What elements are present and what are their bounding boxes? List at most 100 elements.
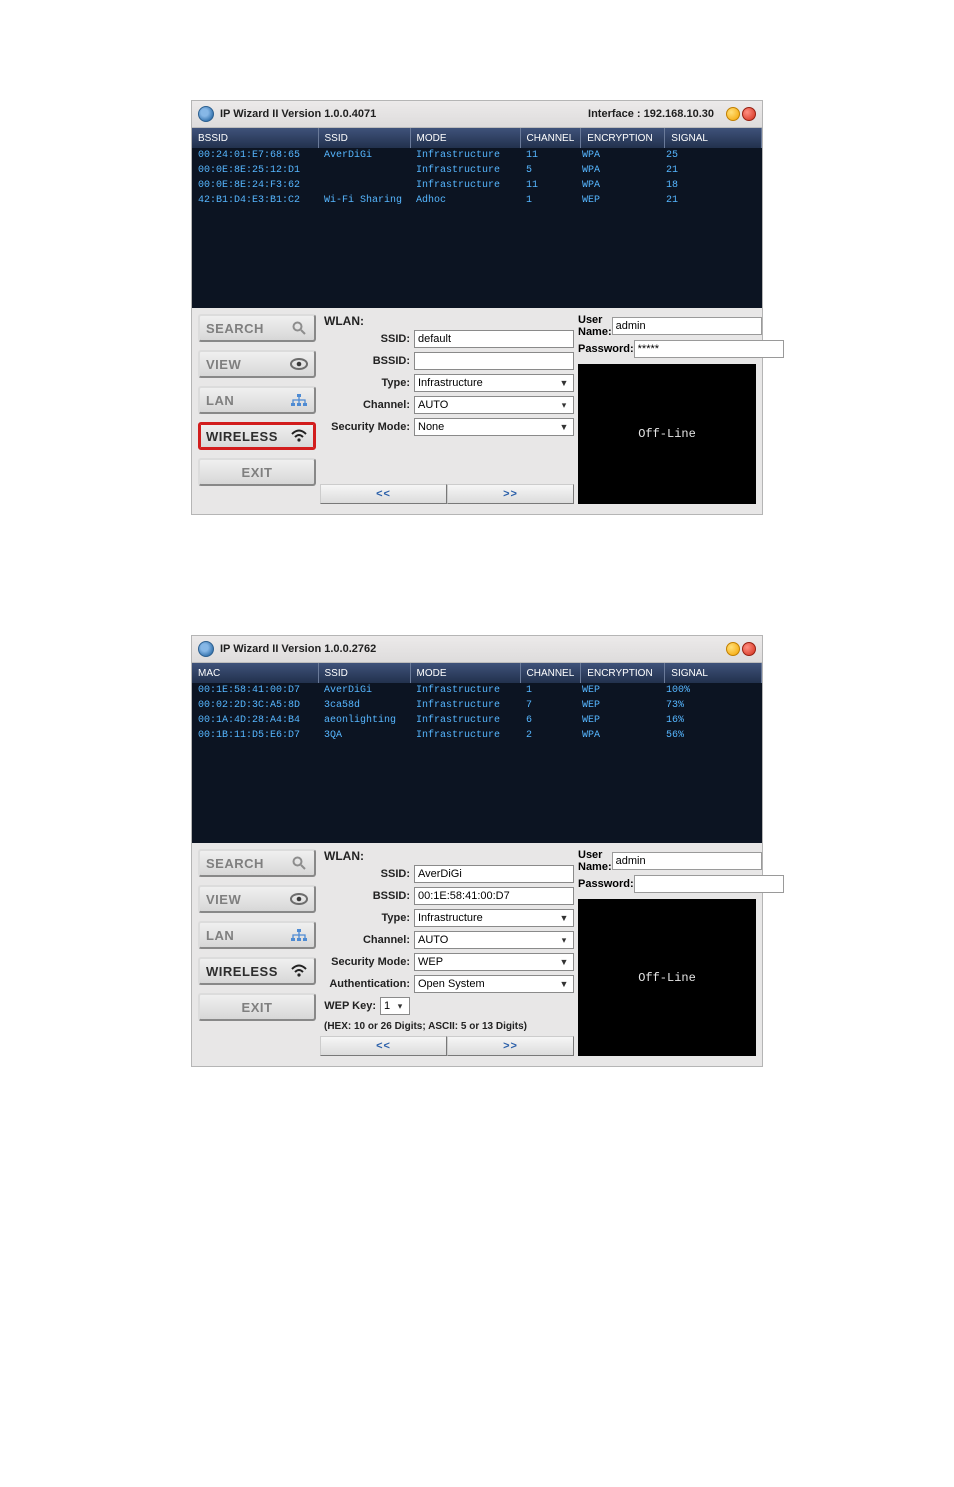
select-value: 1 <box>384 1000 390 1012</box>
col-encryption[interactable]: ENCRYPTION <box>581 128 665 148</box>
wireless-button[interactable]: WIRELESS <box>198 422 316 450</box>
col-bssid[interactable]: BSSID <box>192 128 318 148</box>
col-encryption[interactable]: ENCRYPTION <box>581 663 665 683</box>
cell: 3ca58d <box>318 698 410 713</box>
wepkey-hint: (HEX: 10 or 26 Digits; ASCII: 5 or 13 Di… <box>324 1021 574 1032</box>
wireless-button[interactable]: WIRELESS <box>198 957 316 985</box>
select-value: WEP <box>418 956 443 968</box>
security-mode-select[interactable]: None▼ <box>414 418 574 436</box>
cell: 100% <box>660 683 762 698</box>
next-button[interactable]: >> <box>447 1036 574 1056</box>
eye-icon <box>290 892 308 906</box>
auth-label: Authentication: <box>320 978 414 990</box>
nav-label: SEARCH <box>206 856 264 871</box>
network-table-body[interactable]: 00:1E:58:41:00:D7 AverDiGi Infrastructur… <box>192 683 762 843</box>
chevron-down-icon: ▼ <box>558 957 570 967</box>
col-mac[interactable]: MAC <box>192 663 318 683</box>
table-row[interactable]: 42:B1:D4:E3:B1:C2 Wi-Fi Sharing Adhoc 1 … <box>192 193 762 208</box>
wlan-form: WLAN: SSID: BSSID: Type: Infrastructure▼… <box>320 849 574 1056</box>
cell: WPA <box>576 728 660 743</box>
next-button[interactable]: >> <box>447 484 574 504</box>
view-button[interactable]: VIEW <box>198 885 316 913</box>
cell: Infrastructure <box>410 683 520 698</box>
col-mode[interactable]: MODE <box>410 663 520 683</box>
type-select[interactable]: Infrastructure▼ <box>414 374 574 392</box>
col-mode[interactable]: MODE <box>410 128 520 148</box>
exit-button[interactable]: EXIT <box>198 993 316 1021</box>
search-button[interactable]: SEARCH <box>198 314 316 342</box>
cell: Adhoc <box>410 193 520 208</box>
bssid-input[interactable] <box>414 887 574 905</box>
authentication-select[interactable]: Open System▼ <box>414 975 574 993</box>
select-value: Infrastructure <box>418 912 483 924</box>
table-row[interactable]: 00:0E:8E:25:12:D1 Infrastructure 5 WPA 2… <box>192 163 762 178</box>
type-select[interactable]: Infrastructure▼ <box>414 909 574 927</box>
col-signal[interactable]: SIGNAL <box>665 663 762 683</box>
lan-icon <box>290 928 308 942</box>
username-input[interactable] <box>612 852 762 870</box>
prev-button[interactable]: << <box>320 484 447 504</box>
minimize-button[interactable] <box>726 107 740 121</box>
password-input[interactable] <box>634 340 784 358</box>
lan-button[interactable]: LAN <box>198 386 316 414</box>
ssid-label: SSID: <box>320 333 414 345</box>
magnifier-icon <box>290 856 308 870</box>
channel-select[interactable]: AUTO▾ <box>414 931 574 949</box>
lan-icon <box>290 393 308 407</box>
cell: 00:0E:8E:25:12:D1 <box>192 163 318 178</box>
cell: 3QA <box>318 728 410 743</box>
password-label: Password: <box>578 343 634 355</box>
cell: Infrastructure <box>410 178 520 193</box>
password-input[interactable] <box>634 875 784 893</box>
status-text: Off-Line <box>638 427 696 441</box>
ssid-input[interactable] <box>414 330 574 348</box>
wlan-heading: WLAN: <box>324 849 574 863</box>
cell: WEP <box>576 683 660 698</box>
minimize-button[interactable] <box>726 642 740 656</box>
ssid-input[interactable] <box>414 865 574 883</box>
cell: 5 <box>520 163 576 178</box>
cell: 11 <box>520 178 576 193</box>
col-signal[interactable]: SIGNAL <box>665 128 762 148</box>
select-value: AUTO <box>418 399 448 411</box>
col-channel[interactable]: CHANNEL <box>520 663 581 683</box>
cell: 00:24:01:E7:68:65 <box>192 148 318 163</box>
col-channel[interactable]: CHANNEL <box>520 128 581 148</box>
col-ssid[interactable]: SSID <box>318 128 410 148</box>
cell: 21 <box>660 193 762 208</box>
chevron-down-icon: ▾ <box>558 400 570 411</box>
status-box: Off-Line <box>578 364 756 504</box>
table-row[interactable]: 00:24:01:E7:68:65 AverDiGi Infrastructur… <box>192 148 762 163</box>
table-row[interactable]: 00:02:2D:3C:A5:8D 3ca58d Infrastructure … <box>192 698 762 713</box>
interface-label: Interface : 192.168.10.30 <box>588 108 714 120</box>
prev-button[interactable]: << <box>320 1036 447 1056</box>
username-input[interactable] <box>612 317 762 335</box>
cell: WEP <box>576 713 660 728</box>
close-button[interactable] <box>742 642 756 656</box>
exit-button[interactable]: EXIT <box>198 458 316 486</box>
lan-button[interactable]: LAN <box>198 921 316 949</box>
channel-select[interactable]: AUTO ▾ <box>414 396 574 414</box>
cell: 73% <box>660 698 762 713</box>
chevron-down-icon: ▼ <box>558 378 570 388</box>
nav-label: VIEW <box>206 892 241 907</box>
col-ssid[interactable]: SSID <box>318 663 410 683</box>
security-mode-select[interactable]: WEP ▼ <box>414 953 574 971</box>
bssid-input[interactable] <box>414 352 574 370</box>
cell: Infrastructure <box>410 698 520 713</box>
table-row[interactable]: 00:1A:4D:28:A4:B4 aeonlighting Infrastru… <box>192 713 762 728</box>
cell: WPA <box>576 178 660 193</box>
wepkey-select[interactable]: 1▾ <box>380 997 410 1015</box>
network-table-body[interactable]: 00:24:01:E7:68:65 AverDiGi Infrastructur… <box>192 148 762 308</box>
table-row[interactable]: 00:1E:58:41:00:D7 AverDiGi Infrastructur… <box>192 683 762 698</box>
table-row[interactable]: 00:1B:11:D5:E6:D7 3QA Infrastructure 2 W… <box>192 728 762 743</box>
type-label: Type: <box>320 377 414 389</box>
nav-label: SEARCH <box>206 321 264 336</box>
app-icon <box>198 641 214 657</box>
bottom-panel: SEARCH VIEW LAN <box>192 843 762 1066</box>
search-button[interactable]: SEARCH <box>198 849 316 877</box>
table-row[interactable]: 00:0E:8E:24:F3:62 Infrastructure 11 WPA … <box>192 178 762 193</box>
close-button[interactable] <box>742 107 756 121</box>
view-button[interactable]: VIEW <box>198 350 316 378</box>
eye-icon <box>290 357 308 371</box>
